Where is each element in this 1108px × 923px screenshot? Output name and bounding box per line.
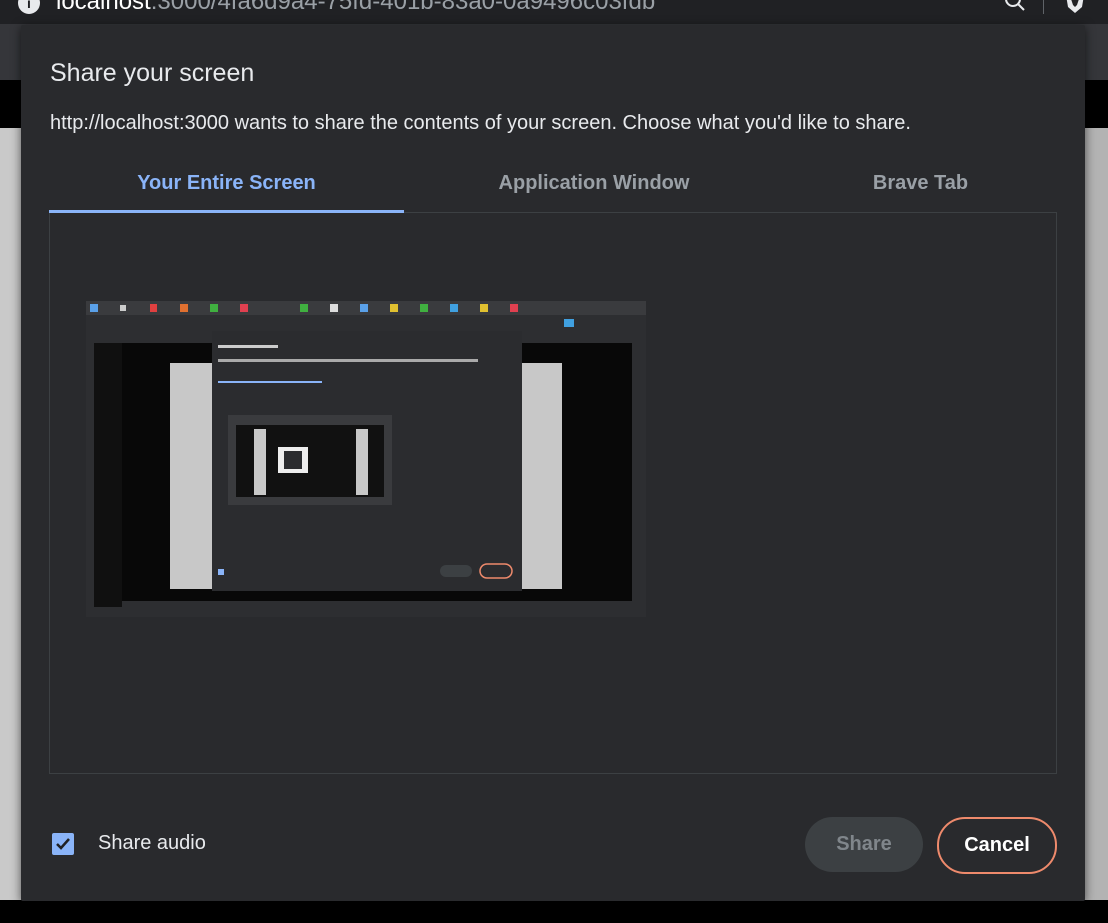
- brave-shield-icon[interactable]: [1064, 0, 1086, 14]
- share-audio-label[interactable]: Share audio: [98, 832, 206, 855]
- info-icon[interactable]: i: [18, 0, 40, 14]
- entire-screen-thumbnail[interactable]: [86, 301, 646, 617]
- dialog-title: Share your screen: [50, 59, 255, 87]
- share-button[interactable]: Share: [805, 817, 923, 872]
- url-path: :3000/4fa6d9a4-75fd-401b-83a0-0a9496c03f…: [150, 0, 656, 15]
- url-text[interactable]: localhost:3000/4fa6d9a4-75fd-401b-83a0-0…: [56, 0, 655, 16]
- address-bar[interactable]: i localhost:3000/4fa6d9a4-75fd-401b-83a0…: [0, 0, 1108, 24]
- screen: i localhost:3000/4fa6d9a4-75fd-401b-83a0…: [0, 0, 1108, 923]
- url-host: localhost: [56, 0, 151, 15]
- page-footer: [0, 900, 1108, 923]
- cancel-button[interactable]: Cancel: [937, 817, 1057, 874]
- share-audio-checkbox[interactable]: [52, 833, 74, 855]
- source-tabs: Your Entire Screen Application Window Br…: [49, 165, 1057, 213]
- source-list: [49, 213, 1057, 774]
- tab-brave-tab[interactable]: Brave Tab: [784, 165, 1057, 212]
- share-screen-dialog: Share your screen http://localhost:3000 …: [21, 25, 1085, 901]
- tab-entire-screen[interactable]: Your Entire Screen: [49, 165, 404, 213]
- search-icon[interactable]: [1004, 0, 1026, 12]
- page-scroll-area: [1085, 128, 1108, 900]
- tab-application-window[interactable]: Application Window: [404, 165, 784, 212]
- toolbar-divider: [1043, 0, 1044, 14]
- dialog-subtitle: http://localhost:3000 wants to share the…: [50, 112, 911, 134]
